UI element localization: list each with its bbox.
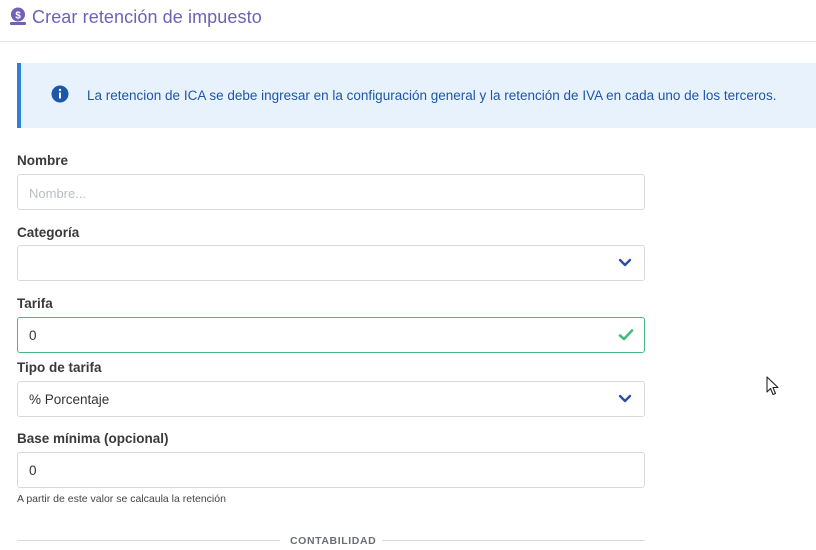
base-minima-help: A partir de este valor se calcaula la re… xyxy=(17,493,226,505)
categoria-label: Categoría xyxy=(17,225,80,240)
alert-message: La retencion de ICA se debe ingresar en … xyxy=(87,88,777,103)
tarifa-label: Tarifa xyxy=(17,296,53,311)
money-bag-icon: $ xyxy=(10,7,26,25)
page-header: $ Crear retención de impuesto xyxy=(0,0,816,42)
info-circle-icon xyxy=(51,85,69,103)
divider-line-right xyxy=(382,540,645,541)
tarifa-value: 0 xyxy=(29,328,37,343)
nombre-input[interactable]: Nombre... xyxy=(17,174,645,210)
tarifa-input[interactable]: 0 xyxy=(17,317,645,353)
nombre-placeholder: Nombre... xyxy=(29,186,87,201)
base-minima-value: 0 xyxy=(29,463,37,478)
checkmark-icon xyxy=(618,329,634,341)
chevron-down-icon xyxy=(618,258,632,267)
page-title: Crear retención de impuesto xyxy=(32,7,262,27)
contabilidad-section-label: CONTABILIDAD xyxy=(290,535,377,547)
tipo-tarifa-value: % Porcentaje xyxy=(29,392,110,407)
mouse-cursor-icon xyxy=(766,376,779,396)
nombre-label: Nombre xyxy=(17,153,69,168)
divider-line-left xyxy=(17,540,280,541)
tipo-tarifa-label: Tipo de tarifa xyxy=(17,360,102,375)
base-minima-input[interactable]: 0 xyxy=(17,452,645,488)
info-alert: La retencion de ICA se debe ingresar en … xyxy=(17,63,816,128)
tipo-tarifa-select[interactable]: % Porcentaje xyxy=(17,381,645,417)
chevron-down-icon xyxy=(618,394,632,403)
categoria-select[interactable] xyxy=(17,245,645,281)
svg-text:$: $ xyxy=(15,11,21,22)
base-minima-label: Base mínima (opcional) xyxy=(17,431,169,446)
